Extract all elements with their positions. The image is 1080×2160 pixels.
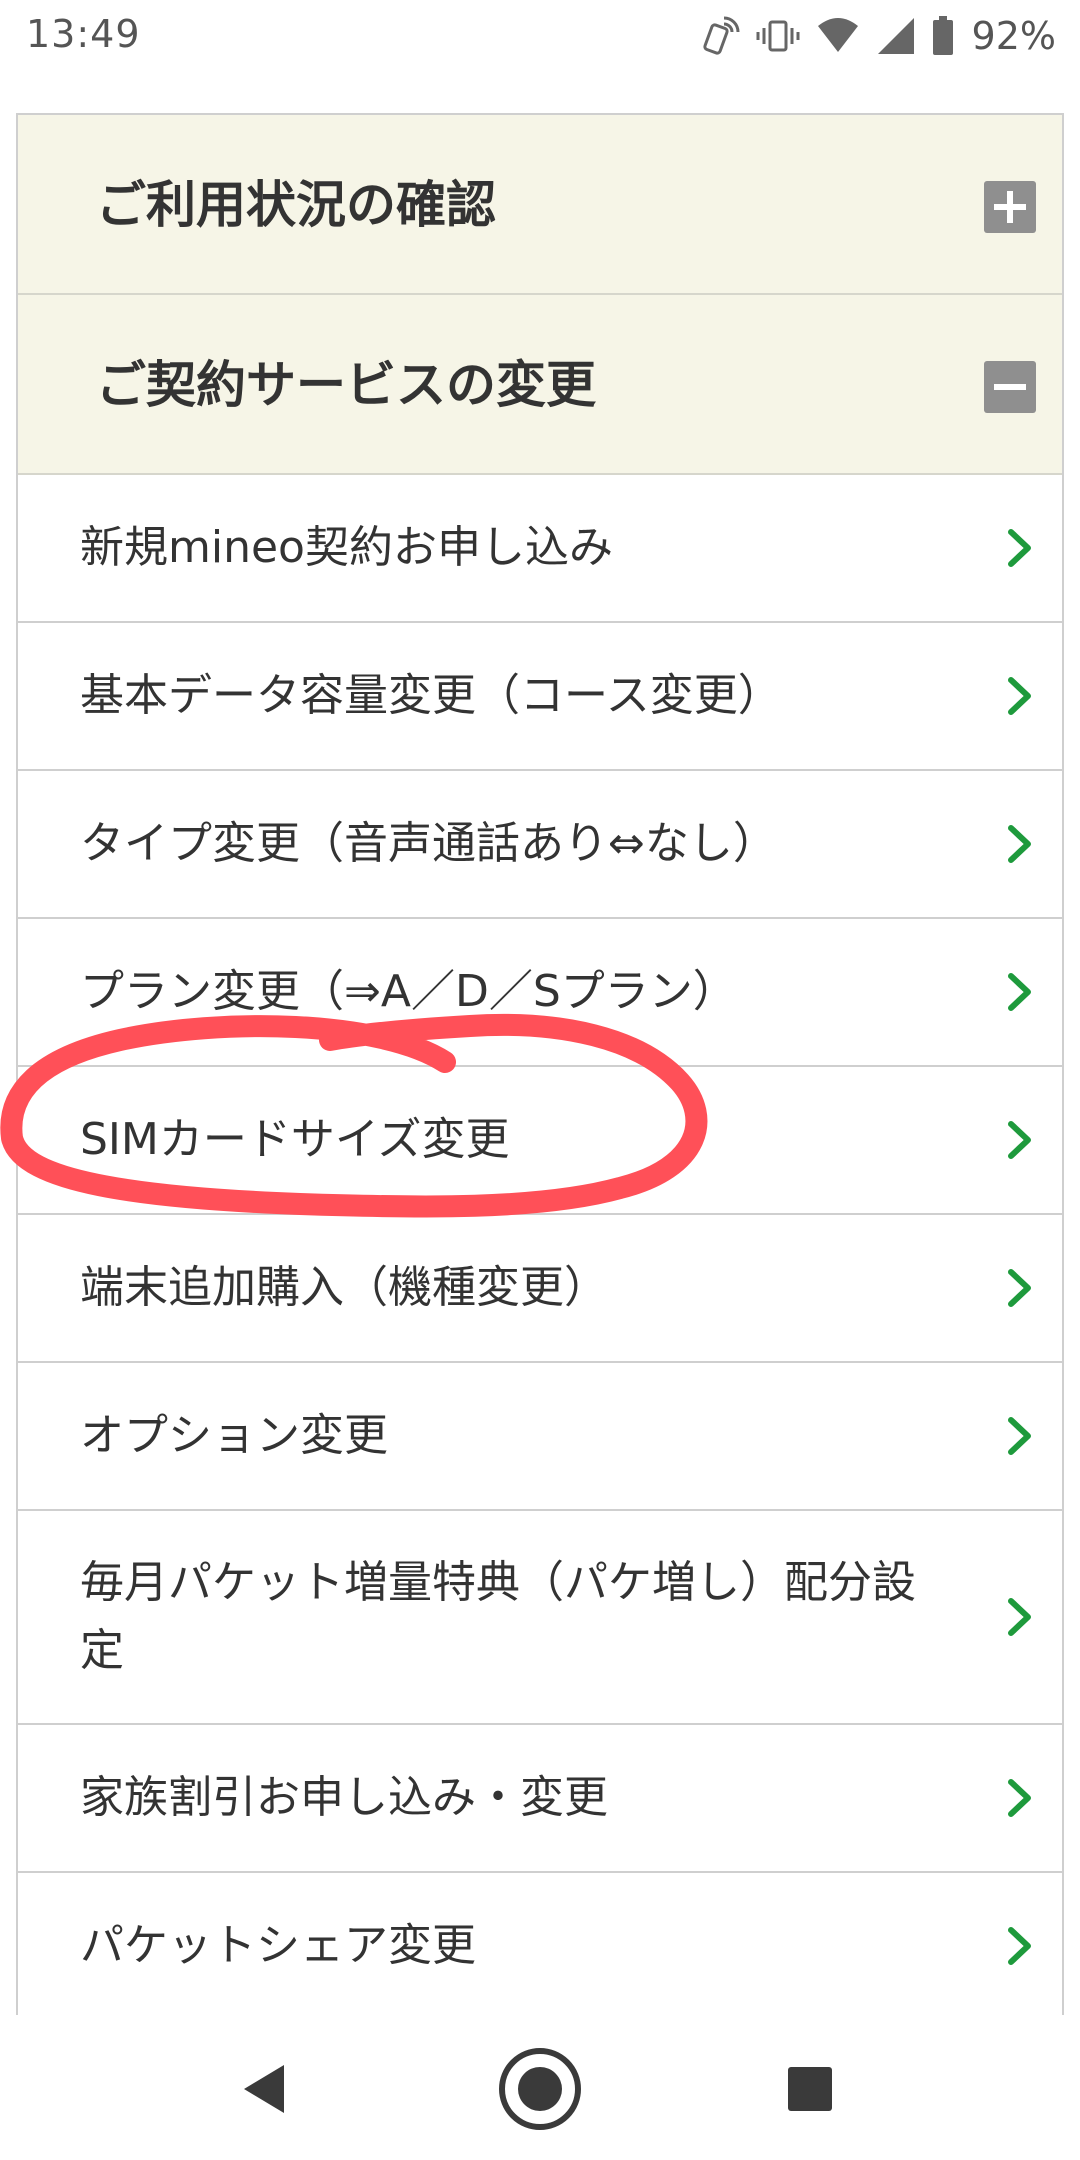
plus-icon[interactable] [984,181,1036,233]
status-bar: 13:49 92% [0,0,1080,72]
status-time: 13:49 [26,12,141,56]
menu-item-new-contract[interactable]: 新規mineo契約お申し込み [18,475,1062,623]
menu-item-label: 基本データ容量変更（コース変更） [80,670,782,721]
chevron-right-icon [1008,825,1031,863]
menu-item-label: オプション変更 [80,1410,388,1461]
nfc-phone-icon [702,16,740,55]
section-title: ご利用状況の確認 [96,176,496,234]
chevron-right-icon [1008,677,1031,715]
chevron-right-icon [1008,529,1031,567]
recents-icon[interactable] [730,2018,890,2160]
back-icon[interactable] [186,2018,346,2160]
menu-item-label: 家族割引お申し込み・変更 [80,1772,608,1823]
menu-item-packet-increase-allocation[interactable]: 毎月パケット増量特典（パケ増し）配分設定 [18,1511,1062,1725]
menu-item-family-discount[interactable]: 家族割引お申し込み・変更 [18,1725,1062,1873]
battery-percentage: 92% [971,14,1056,58]
menu-item-option-change[interactable]: オプション変更 [18,1363,1062,1511]
chevron-right-icon [1008,1927,1031,1965]
battery-icon [932,16,953,55]
navigation-bar [0,2018,1080,2160]
menu-item-sim-size-change[interactable]: SIMカードサイズ変更 [18,1067,1062,1215]
section-contract-change[interactable]: ご契約サービスの変更 [18,295,1062,475]
menu-item-label: プラン変更（⇒A／D／Sプラン） [80,966,737,1017]
menu-item-type-change[interactable]: タイプ変更（音声通話あり⇔なし） [18,771,1062,919]
chevron-right-icon [1008,1779,1031,1817]
menu-item-label: SIMカードサイズ変更 [80,1114,510,1165]
menu-item-plan-change[interactable]: プラン変更（⇒A／D／Sプラン） [18,919,1062,1067]
menu-item-label: 端末追加購入（機種変更） [80,1262,608,1313]
chevron-right-icon [1008,1598,1031,1636]
section-usage-status[interactable]: ご利用状況の確認 [18,115,1062,295]
signal-icon [877,18,914,54]
menu-item-label: タイプ変更（音声通話あり⇔なし） [80,818,777,869]
chevron-right-icon [1008,1417,1031,1455]
chevron-right-icon [1008,973,1031,1011]
wifi-icon [817,18,858,52]
home-icon[interactable] [460,2018,620,2160]
menu-item-label: パケットシェア変更 [80,1920,476,1971]
status-icons: 92% [700,14,1056,58]
chevron-right-icon [1008,1121,1031,1159]
section-title: ご契約サービスの変更 [96,356,596,414]
chevron-right-icon [1008,1269,1031,1307]
account-menu: ご利用状況の確認 ご契約サービスの変更 新規mineo契約お申し込み 基本データ… [16,113,1064,2015]
minus-icon[interactable] [984,361,1036,413]
menu-item-data-course-change[interactable]: 基本データ容量変更（コース変更） [18,623,1062,771]
menu-item-label: 新規mineo契約お申し込み [80,522,613,573]
menu-item-label: 毎月パケット増量特典（パケ増し）配分設定 [80,1557,916,1676]
vibrate-icon [756,20,800,52]
menu-item-device-purchase[interactable]: 端末追加購入（機種変更） [18,1215,1062,1363]
menu-item-packet-share-change[interactable]: パケットシェア変更 [18,1873,1062,2015]
